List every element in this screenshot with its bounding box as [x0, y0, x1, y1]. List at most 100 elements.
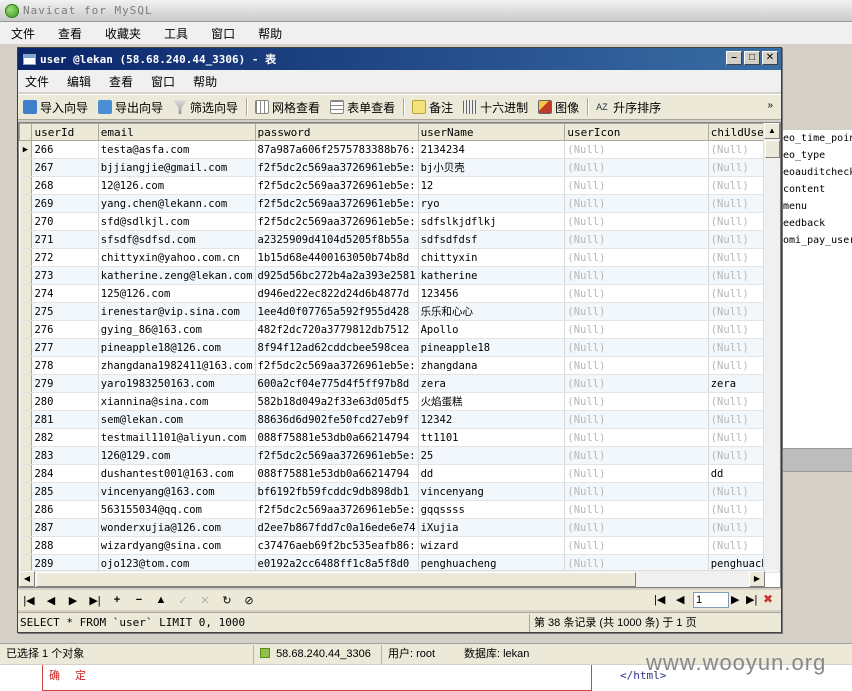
cell-email[interactable]: wizardyang@sina.com	[98, 536, 256, 555]
filter-wizard-button[interactable]: 筛选向导	[168, 96, 243, 118]
menu-window[interactable]: 窗口	[200, 25, 247, 42]
cell-username[interactable]: gqqssss	[418, 500, 566, 519]
vertical-scroll-thumb[interactable]	[765, 140, 780, 158]
cell-userid[interactable]: 269	[31, 194, 99, 213]
cell-usericon[interactable]: (Null)	[564, 356, 709, 375]
cell-userid[interactable]: 280	[31, 392, 99, 411]
import-wizard-button[interactable]: 导入向导	[18, 96, 93, 118]
cell-username[interactable]: iXujia	[418, 518, 566, 537]
cell-email[interactable]: testa@asfa.com	[98, 140, 256, 159]
cell-userid[interactable]: 278	[31, 356, 99, 375]
table-row[interactable]: ▶ 266 testa@asfa.com 87a987a606f2575783388b…	[19, 140, 781, 159]
cell-usericon[interactable]: (Null)	[564, 302, 709, 321]
table-row[interactable]: 284 dushantest001@163.com 088f75881e53db0a…	[19, 464, 781, 483]
cell-email[interactable]: 126@129.com	[98, 446, 256, 465]
cell-email[interactable]: testmail1101@aliyun.com	[98, 428, 256, 447]
cell-userid[interactable]: 283	[31, 446, 99, 465]
cell-email[interactable]: sem@lekan.com	[98, 410, 256, 429]
object-list-item[interactable]: eedback	[781, 215, 852, 232]
settings-tools-icon[interactable]: ✖	[763, 592, 773, 606]
row-indicator[interactable]	[19, 248, 33, 267]
menu-view[interactable]: 查看	[47, 25, 94, 42]
last-record-icon[interactable]: ▶|	[84, 594, 106, 607]
export-wizard-button[interactable]: 导出向导	[93, 96, 168, 118]
cell-userid[interactable]: 266	[31, 140, 99, 159]
cell-username[interactable]: Apollo	[418, 320, 566, 339]
cell-userid[interactable]: 277	[31, 338, 99, 357]
cell-email[interactable]: yang.chen@lekann.com	[98, 194, 256, 213]
row-indicator[interactable]	[19, 464, 33, 483]
cell-email[interactable]: zhangdana1982411@163.com	[98, 356, 256, 375]
object-list-item[interactable]: eo_type	[781, 147, 852, 164]
cell-usericon[interactable]: (Null)	[564, 464, 709, 483]
table-window-title-bar[interactable]: user @lekan (58.68.240.44_3306) - 表 – □ …	[18, 48, 781, 70]
cell-username[interactable]: sdfsdfdsf	[418, 230, 566, 249]
cell-username[interactable]: katherine	[418, 266, 566, 285]
cell-username[interactable]: zhangdana	[418, 356, 566, 375]
cell-password[interactable]: 088f75881e53db0a66214794	[255, 428, 419, 447]
cell-password[interactable]: c37476aeb69f2bc535eafb86:	[255, 536, 419, 555]
cell-userid[interactable]: 276	[31, 320, 99, 339]
row-indicator[interactable]	[19, 176, 33, 195]
cell-userid[interactable]: 282	[31, 428, 99, 447]
cell-usericon[interactable]: (Null)	[564, 176, 709, 195]
row-indicator[interactable]	[19, 410, 33, 429]
cell-email[interactable]: 125@126.com	[98, 284, 256, 303]
cell-userid[interactable]: 272	[31, 248, 99, 267]
horizontal-scrollbar[interactable]: ◀ ▶	[19, 570, 765, 587]
scroll-up-icon[interactable]: ▲	[764, 123, 780, 139]
cell-password[interactable]: 1ee4d0f07765a592f955d428	[255, 302, 419, 321]
row-indicator[interactable]	[19, 284, 33, 303]
table-row[interactable]: 270 sfd@sdlkjl.com f2f5dc2c569aa3726961eb5…	[19, 212, 781, 231]
table-row[interactable]: 287 wonderxujia@126.com d2ee7b867fdd7c0a16…	[19, 518, 781, 537]
table-row[interactable]: 271 sfsdf@sdfsd.com a2325909d4104d5205f8b5…	[19, 230, 781, 249]
row-indicator[interactable]	[19, 320, 33, 339]
delete-record-icon[interactable]: −	[128, 594, 150, 606]
table-row[interactable]: 267 bjjiangjie@gmail.com f2f5dc2c569aa3726…	[19, 158, 781, 177]
cell-usericon[interactable]: (Null)	[564, 212, 709, 231]
cell-password[interactable]: f2f5dc2c569aa3726961eb5e:	[255, 194, 419, 213]
cell-username[interactable]: 2134234	[418, 140, 566, 159]
form-view-button[interactable]: 表单查看	[325, 96, 400, 118]
cell-email[interactable]: gying_86@163.com	[98, 320, 256, 339]
table-row[interactable]: 274 125@126.com d946ed22ec822d24d6b4877d 12…	[19, 284, 781, 303]
cell-password[interactable]: f2f5dc2c569aa3726961eb5e:	[255, 446, 419, 465]
row-indicator[interactable]	[19, 158, 33, 177]
cell-email[interactable]: vincenyang@163.com	[98, 482, 256, 501]
cell-userid[interactable]: 279	[31, 374, 99, 393]
table-row[interactable]: 269 yang.chen@lekann.com f2f5dc2c569aa3726…	[19, 194, 781, 213]
cell-userid[interactable]: 273	[31, 266, 99, 285]
cell-password[interactable]: 582b18d049a2f33e63d05df5	[255, 392, 419, 411]
cell-password[interactable]: 87a987a606f2575783388b76:	[255, 140, 419, 159]
cell-username[interactable]: 乐乐和心心	[418, 302, 566, 321]
next-record-icon[interactable]: ▶	[62, 594, 84, 607]
table-row[interactable]: 272 chittyxin@yahoo.com.cn 1b15d68e4400163…	[19, 248, 781, 267]
cell-password[interactable]: 600a2cf04e775d4f5ff97b8d	[255, 374, 419, 393]
prev-record-icon[interactable]: ◀	[40, 594, 62, 607]
first-record-icon[interactable]: |◀	[18, 594, 40, 607]
table-row[interactable]: 279 yaro1983250163.com 600a2cf04e775d4f5ff…	[19, 374, 781, 393]
object-list-item[interactable]: menu	[781, 198, 852, 215]
horizontal-scroll-thumb[interactable]	[36, 572, 636, 587]
object-list-item[interactable]: content	[781, 181, 852, 198]
menu-file[interactable]: 文件	[0, 25, 47, 42]
vertical-scrollbar[interactable]: ▲	[763, 123, 780, 570]
cell-usericon[interactable]: (Null)	[564, 536, 709, 555]
row-indicator[interactable]	[19, 500, 33, 519]
cell-username[interactable]: 25	[418, 446, 566, 465]
cell-username[interactable]: wizard	[418, 536, 566, 555]
cell-password[interactable]: d2ee7b867fdd7c0a16ede6e74	[255, 518, 419, 537]
column-header-usericon[interactable]: userIcon	[564, 123, 709, 141]
row-indicator[interactable]	[19, 428, 33, 447]
table-row[interactable]: 281 sem@lekan.com 88636d6d902fe50fcd27eb9f…	[19, 410, 781, 429]
menu-help[interactable]: 帮助	[186, 73, 228, 90]
cell-userid[interactable]: 275	[31, 302, 99, 321]
cell-userid[interactable]: 287	[31, 518, 99, 537]
cell-usericon[interactable]: (Null)	[564, 248, 709, 267]
cell-usericon[interactable]: (Null)	[564, 158, 709, 177]
prev-page-icon[interactable]: ◀	[676, 593, 684, 606]
cell-userid[interactable]: 271	[31, 230, 99, 249]
cell-email[interactable]: bjjiangjie@gmail.com	[98, 158, 256, 177]
cell-password[interactable]: 88636d6d902fe50fcd27eb9f	[255, 410, 419, 429]
cell-password[interactable]: 482f2dc720a3779812db7512	[255, 320, 419, 339]
